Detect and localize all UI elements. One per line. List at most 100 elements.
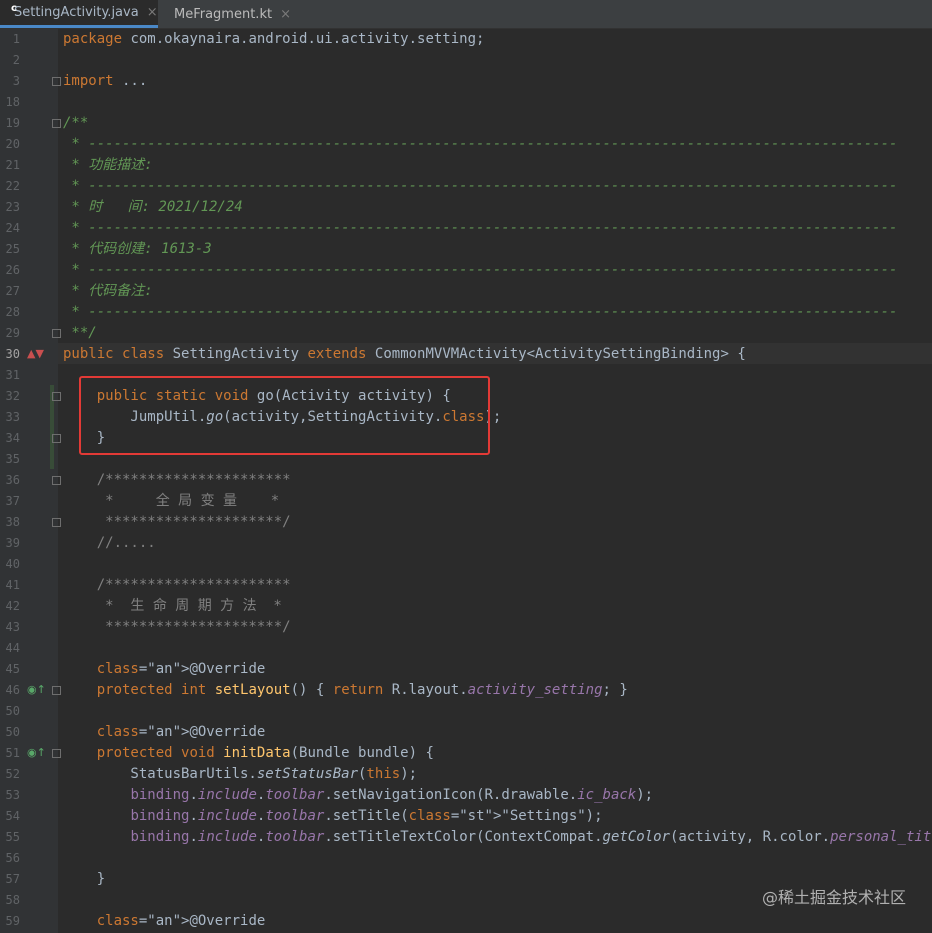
code-text[interactable]: public class SettingActivity extends Com… — [63, 344, 746, 365]
line-number: 23 — [5, 200, 20, 214]
fold-toggle-icon[interactable] — [52, 686, 61, 695]
code-text[interactable]: protected void initData(Bundle bundle) { — [63, 743, 434, 764]
code-line[interactable]: 59 class="an">@Override — [0, 911, 932, 932]
code-line[interactable]: 23 * 时 间: 2021/12/24 — [0, 197, 932, 218]
code-line[interactable]: 29 **/ — [0, 323, 932, 344]
code-line[interactable]: 20 * -----------------------------------… — [0, 134, 932, 155]
code-line[interactable]: 56 — [0, 848, 932, 869]
code-text[interactable]: * 时 间: 2021/12/24 — [63, 197, 242, 218]
code-line[interactable]: 40 — [0, 554, 932, 575]
code-line[interactable]: 50 — [0, 701, 932, 722]
line-number: 25 — [5, 242, 20, 256]
code-line[interactable]: 21 * 功能描述: — [0, 155, 932, 176]
fold-toggle-icon[interactable] — [52, 119, 61, 128]
line-number: 42 — [5, 599, 20, 613]
code-text[interactable]: **/ — [63, 323, 96, 344]
fold-toggle-icon[interactable] — [52, 392, 61, 401]
code-line[interactable]: 25 * 代码创建: 1613-3 — [0, 239, 932, 260]
code-line[interactable]: 44 — [0, 638, 932, 659]
code-text[interactable]: //..... — [63, 533, 156, 554]
line-number: 43 — [5, 620, 20, 634]
code-line[interactable]: 45 class="an">@Override — [0, 659, 932, 680]
code-line[interactable]: 27 * 代码备注: — [0, 281, 932, 302]
code-text[interactable]: *********************/ — [63, 617, 290, 638]
code-text[interactable]: * --------------------------------------… — [63, 260, 897, 281]
line-number: 21 — [5, 158, 20, 172]
code-line[interactable]: 26 * -----------------------------------… — [0, 260, 932, 281]
code-line[interactable]: 22 * -----------------------------------… — [0, 176, 932, 197]
code-text[interactable]: class="an">@Override — [63, 722, 266, 743]
line-number: 27 — [5, 284, 20, 298]
code-line[interactable]: 37 * 全 局 变 量 * — [0, 491, 932, 512]
code-line[interactable]: 24 * -----------------------------------… — [0, 218, 932, 239]
code-line[interactable]: 46 protected int setLayout() { return R.… — [0, 680, 932, 701]
line-number: 56 — [5, 851, 20, 865]
code-line[interactable]: 53 binding.include.toolbar.setNavigation… — [0, 785, 932, 806]
code-text[interactable]: } — [63, 869, 105, 890]
code-text[interactable]: StatusBarUtils.setStatusBar(this); — [63, 764, 417, 785]
fold-toggle-icon[interactable] — [52, 518, 61, 527]
code-line[interactable]: 55 binding.include.toolbar.setTitleTextC… — [0, 827, 932, 848]
code-text[interactable]: *********************/ — [63, 512, 290, 533]
code-text[interactable]: /********************** — [63, 470, 291, 491]
code-text[interactable]: /** — [63, 113, 88, 134]
tab-settingactivity-java[interactable]: SettingActivity.java × — [0, 0, 158, 28]
code-text[interactable]: binding.include.toolbar.setTitleTextColo… — [63, 827, 932, 848]
code-line[interactable]: 38 *********************/ — [0, 512, 932, 533]
code-line[interactable]: 50 class="an">@Override — [0, 722, 932, 743]
code-text[interactable]: * --------------------------------------… — [63, 302, 897, 323]
line-number: 44 — [5, 641, 20, 655]
implements-gutter-icon[interactable]: ◉↑ — [27, 746, 46, 759]
code-line[interactable]: 1 package com.okaynaira.android.ui.activi… — [0, 29, 932, 50]
code-line[interactable]: 43 *********************/ — [0, 617, 932, 638]
code-line[interactable]: 41 /********************** — [0, 575, 932, 596]
code-line[interactable]: 36 /********************** — [0, 470, 932, 491]
code-text[interactable]: * 功能描述: — [63, 155, 152, 176]
fold-toggle-icon[interactable] — [52, 329, 61, 338]
line-number: 2 — [12, 53, 20, 67]
code-text[interactable]: class="an">@Override — [63, 659, 266, 680]
code-text[interactable]: package com.okaynaira.android.ui.activit… — [63, 29, 484, 50]
line-number: 33 — [5, 410, 20, 424]
code-text[interactable]: protected int setLayout() { return R.lay… — [63, 680, 628, 701]
code-text[interactable]: * --------------------------------------… — [63, 176, 897, 197]
editor-tab-bar: SettingActivity.java × MeFragment.kt × — [0, 0, 932, 29]
close-icon[interactable]: × — [147, 5, 158, 20]
code-text[interactable]: binding.include.toolbar.setNavigationIco… — [63, 785, 653, 806]
implements-gutter-icon[interactable]: ◉↑ — [27, 683, 46, 696]
code-line[interactable]: 18 — [0, 92, 932, 113]
tab-mefragment-kt[interactable]: MeFragment.kt × — [160, 0, 292, 28]
code-text[interactable]: * 代码备注: — [63, 281, 152, 302]
code-line[interactable]: 52 StatusBarUtils.setStatusBar(this); — [0, 764, 932, 785]
code-line[interactable]: 39 //..... — [0, 533, 932, 554]
line-number: 54 — [5, 809, 20, 823]
code-line[interactable]: 28 * -----------------------------------… — [0, 302, 932, 323]
line-number: 19 — [5, 116, 20, 130]
code-line[interactable]: 30 public class SettingActivity extends C… — [0, 344, 932, 365]
code-line[interactable]: 19 /** — [0, 113, 932, 134]
code-line[interactable]: 42 * 生 命 周 期 方 法 * — [0, 596, 932, 617]
code-text[interactable]: * --------------------------------------… — [63, 218, 897, 239]
code-text[interactable]: * --------------------------------------… — [63, 134, 897, 155]
line-number: 34 — [5, 431, 20, 445]
fold-toggle-icon[interactable] — [52, 476, 61, 485]
code-text[interactable]: * 生 命 周 期 方 法 * — [63, 596, 282, 617]
code-line[interactable]: 54 binding.include.toolbar.setTitle(clas… — [0, 806, 932, 827]
code-text[interactable]: binding.include.toolbar.setTitle(class="… — [63, 806, 602, 827]
fold-toggle-icon[interactable] — [52, 434, 61, 443]
code-text[interactable]: import ... — [63, 71, 147, 92]
override-gutter-icon[interactable]: ▲▼ — [27, 347, 44, 360]
line-number: 38 — [5, 515, 20, 529]
code-text[interactable]: * 代码创建: 1613-3 — [63, 239, 211, 260]
close-icon[interactable]: × — [280, 7, 291, 22]
code-line[interactable]: 51 protected void initData(Bundle bundle… — [0, 743, 932, 764]
code-text[interactable]: * 全 局 变 量 * — [63, 491, 279, 512]
code-line[interactable]: 3 import ... — [0, 71, 932, 92]
line-number: 29 — [5, 326, 20, 340]
code-line[interactable]: 2 — [0, 50, 932, 71]
code-text[interactable]: class="an">@Override — [63, 911, 266, 932]
line-number: 39 — [5, 536, 20, 550]
code-text[interactable]: /********************** — [63, 575, 291, 596]
fold-toggle-icon[interactable] — [52, 77, 61, 86]
fold-toggle-icon[interactable] — [52, 749, 61, 758]
